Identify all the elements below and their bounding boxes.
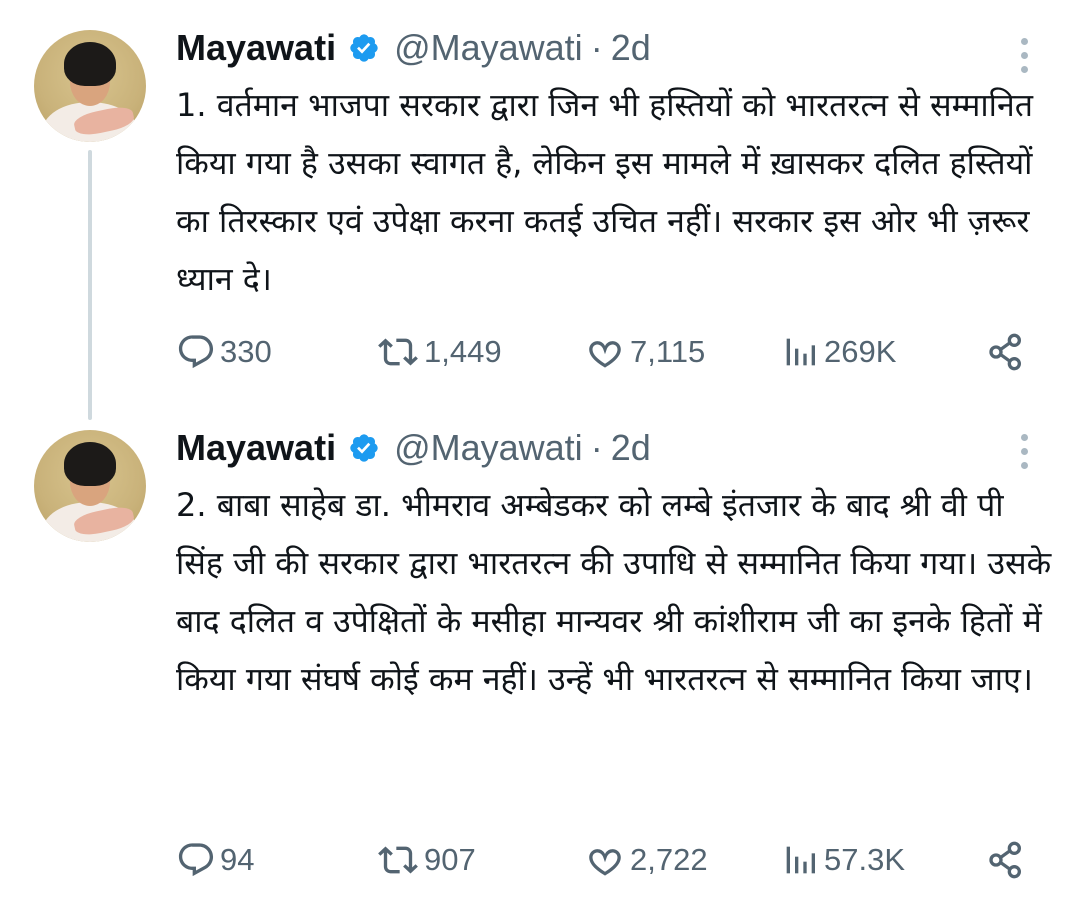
separator-dot: · [590,27,603,68]
avatar-hair [64,42,116,86]
more-dot [1021,38,1028,45]
tweet-actions: 94 907 2,722 57.3K [176,840,1036,880]
author-name[interactable]: Mayawati [176,27,336,69]
verified-badge-icon [350,434,378,462]
views-button[interactable]: 57.3K [780,840,905,880]
tweet-header: Mayawati @Mayawati · 2d [176,426,651,470]
tweet-header: Mayawati @Mayawati · 2d [176,26,651,70]
views-count: 269K [824,334,897,369]
like-button[interactable]: 7,115 [584,332,705,372]
tweet-text: 2. बाबा साहेब डा. भीमराव अम्बेडकर को लम्… [176,486,1052,698]
author-name[interactable]: Mayawati [176,427,336,469]
reply-count: 94 [220,842,255,877]
reply-button[interactable]: 94 [176,840,254,880]
more-vertical-icon[interactable] [1012,432,1036,472]
tweet-timestamp[interactable]: 2d [611,27,651,69]
tweet-actions: 330 1,449 7,115 269K [176,332,1036,372]
avatar[interactable] [34,30,146,142]
retweet-button[interactable]: 907 [376,840,476,880]
retweet-count: 1,449 [424,334,502,369]
like-count: 2,722 [630,842,708,877]
more-dot [1021,434,1028,441]
more-dot [1021,448,1028,455]
verified-badge-icon [350,34,378,62]
more-dot [1021,462,1028,469]
views-button[interactable]: 269K [780,332,896,372]
thread-connector-line [88,150,92,420]
retweet-button[interactable]: 1,449 [376,332,502,372]
more-dot [1021,52,1028,59]
author-handle[interactable]: @Mayawati [394,27,583,69]
views-count: 57.3K [824,842,906,877]
tweet-timestamp[interactable]: 2d [611,427,651,469]
reply-icon [178,843,214,877]
avatar-hair [64,442,116,486]
avatar[interactable] [34,430,146,542]
retweet-count: 907 [424,842,476,877]
share-icon [989,841,1021,879]
like-icon [589,341,621,368]
reply-count: 330 [220,334,272,369]
views-icon [786,846,815,874]
retweet-icon [378,846,418,874]
like-count: 7,115 [630,334,706,369]
retweet-icon [378,338,418,366]
share-icon [989,333,1021,371]
share-button[interactable] [986,840,1026,880]
reply-button[interactable]: 330 [176,332,272,372]
like-icon [589,849,621,876]
author-handle[interactable]: @Mayawati [394,427,583,469]
tweet-text: 1. वर्तमान भाजपा सरकार द्वारा जिन भी हस्… [176,86,1033,298]
separator-dot: · [590,427,603,468]
views-icon [786,338,815,366]
reply-icon [178,335,214,369]
more-vertical-icon[interactable] [1012,36,1036,76]
like-button[interactable]: 2,722 [584,840,708,880]
more-dot [1021,66,1028,73]
tweet-thread: Mayawati @Mayawati · 2d 1. वर्तमान भाजपा… [0,0,1080,911]
share-button[interactable] [986,332,1026,372]
